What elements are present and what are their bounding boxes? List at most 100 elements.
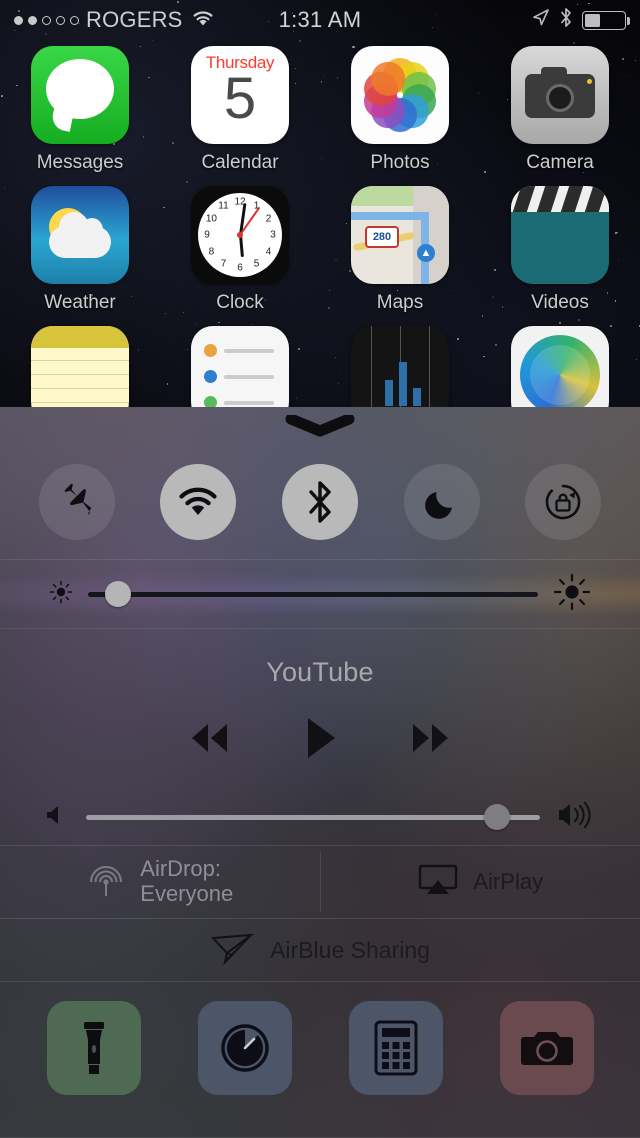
calendar-day: 5 <box>223 66 257 131</box>
timer-shortcut[interactable] <box>197 1001 292 1095</box>
transport-controls <box>181 714 459 762</box>
rotation-lock-toggle[interactable] <box>525 464 602 540</box>
airdrop-icon <box>86 860 126 905</box>
airdrop-label-line1: AirDrop: <box>140 856 221 882</box>
brightness-high-icon <box>552 572 592 617</box>
volume-row <box>0 789 640 845</box>
home-screen-grid: Messages Thursday 5 Calendar Photos Came… <box>0 46 640 466</box>
airplane-mode-toggle[interactable] <box>38 464 115 540</box>
maps-route-shield: 280 <box>365 226 399 248</box>
clock-numeral: 4 <box>265 246 272 257</box>
clock-numeral: 6 <box>237 262 243 274</box>
app-clock[interactable]: 1 2 3 4 5 6 7 8 9 10 11 12 Clock <box>165 186 315 314</box>
photos-icon <box>351 46 449 144</box>
brightness-knob[interactable] <box>104 581 131 607</box>
bluetooth-toggle[interactable] <box>281 464 358 540</box>
brightness-row <box>0 560 640 628</box>
bluetooth-icon <box>559 7 573 33</box>
app-label: Calendar <box>201 152 279 173</box>
clock-numeral: 7 <box>220 258 227 270</box>
app-camera[interactable]: Camera <box>485 46 635 174</box>
status-bar: ROGERS 1:31 AM <box>0 0 640 40</box>
rotation-lock-icon <box>542 481 584 523</box>
clock-numeral: 10 <box>205 213 217 224</box>
volume-high-icon <box>556 800 596 835</box>
airdrop-label: AirDrop: Everyone <box>140 857 233 906</box>
iphone-screen: ROGERS 1:31 AM Messages Thursday 5 Calen… <box>0 0 640 1138</box>
app-maps[interactable]: 280 ▲ Maps <box>325 186 475 314</box>
maps-icon: 280 ▲ <box>351 186 449 284</box>
airdrop-label-line2: Everyone <box>140 881 234 906</box>
messages-icon <box>31 46 129 144</box>
calculator-shortcut[interactable] <box>348 1001 443 1095</box>
share-row: AirDrop: Everyone AirPlay <box>0 846 640 918</box>
flashlight-icon <box>77 1019 111 1077</box>
app-weather[interactable]: Weather <box>5 186 155 314</box>
airdrop-button[interactable]: AirDrop: Everyone <box>0 846 320 918</box>
airplane-icon <box>56 481 98 523</box>
app-label: Clock <box>216 292 264 313</box>
app-label: Maps <box>376 292 424 313</box>
app-messages[interactable]: Messages <box>5 46 155 174</box>
clock-numeral: 3 <box>270 229 276 241</box>
wifi-icon <box>175 484 221 520</box>
flashlight-shortcut[interactable] <box>46 1001 141 1095</box>
grabber-handle[interactable] <box>0 407 640 445</box>
brightness-low-icon <box>48 579 74 610</box>
airplay-label: AirPlay <box>473 869 544 894</box>
rewind-button[interactable] <box>181 716 237 760</box>
toggle-row <box>0 445 640 559</box>
do-not-disturb-toggle[interactable] <box>403 464 480 540</box>
calculator-icon <box>374 1020 418 1076</box>
now-playing-title: YouTube <box>266 656 374 687</box>
battery-fill <box>585 13 601 27</box>
videos-icon <box>511 186 609 284</box>
clock-numeral: 1 <box>253 200 260 212</box>
airblue-sharing-button[interactable]: AirBlue Sharing <box>0 919 640 981</box>
volume-knob[interactable] <box>484 804 511 830</box>
app-row: Weather 1 2 3 4 5 6 7 8 9 10 11 12 Clock 280 ▲ Maps <box>0 186 640 314</box>
timer-icon <box>219 1022 271 1074</box>
app-label: Photos <box>370 152 430 173</box>
battery-icon <box>582 10 630 30</box>
clock-numeral: 9 <box>204 229 210 241</box>
moon-icon <box>422 482 462 522</box>
app-label: Weather <box>44 292 116 313</box>
app-calendar[interactable]: Thursday 5 Calendar <box>165 46 315 174</box>
fast-forward-button[interactable] <box>403 716 459 760</box>
photos-petal <box>371 61 406 96</box>
clock-numeral: 11 <box>218 200 229 212</box>
brightness-track <box>88 591 538 597</box>
weather-icon <box>31 186 129 284</box>
status-bar-right <box>531 0 630 40</box>
airplay-icon <box>417 863 459 902</box>
now-playing-section: YouTube <box>0 629 640 789</box>
camera-icon <box>520 1026 574 1070</box>
airplay-button[interactable]: AirPlay <box>321 846 640 918</box>
clock-numeral: 5 <box>253 258 260 270</box>
paper-plane-icon <box>210 929 255 972</box>
volume-mute-icon <box>44 802 70 833</box>
app-label: Camera <box>526 152 594 173</box>
control-center-panel: YouTube AirDrop: Everyone AirPlay AirBlu… <box>0 407 640 1138</box>
app-label: Videos <box>531 292 589 313</box>
app-photos[interactable]: Photos <box>325 46 475 174</box>
clock-numeral: 8 <box>208 246 215 257</box>
camera-icon <box>511 46 609 144</box>
location-arrow-icon <box>531 8 550 32</box>
play-button[interactable] <box>303 714 337 762</box>
clock-icon: 1 2 3 4 5 6 7 8 9 10 11 12 <box>191 186 289 284</box>
volume-track <box>86 814 540 820</box>
wifi-toggle[interactable] <box>160 464 237 540</box>
airblue-sharing-label: AirBlue Sharing <box>270 936 430 963</box>
brightness-slider[interactable] <box>88 581 538 607</box>
status-bar-time: 1:31 AM <box>278 7 362 32</box>
app-label: Messages <box>36 152 124 173</box>
bluetooth-icon <box>305 480 335 524</box>
shortcut-row <box>0 982 640 1114</box>
clock-numeral: 2 <box>265 213 272 224</box>
volume-slider[interactable] <box>86 804 540 830</box>
camera-shortcut[interactable] <box>499 1001 594 1095</box>
calendar-icon: Thursday 5 <box>191 46 289 144</box>
app-videos[interactable]: Videos <box>485 186 635 314</box>
